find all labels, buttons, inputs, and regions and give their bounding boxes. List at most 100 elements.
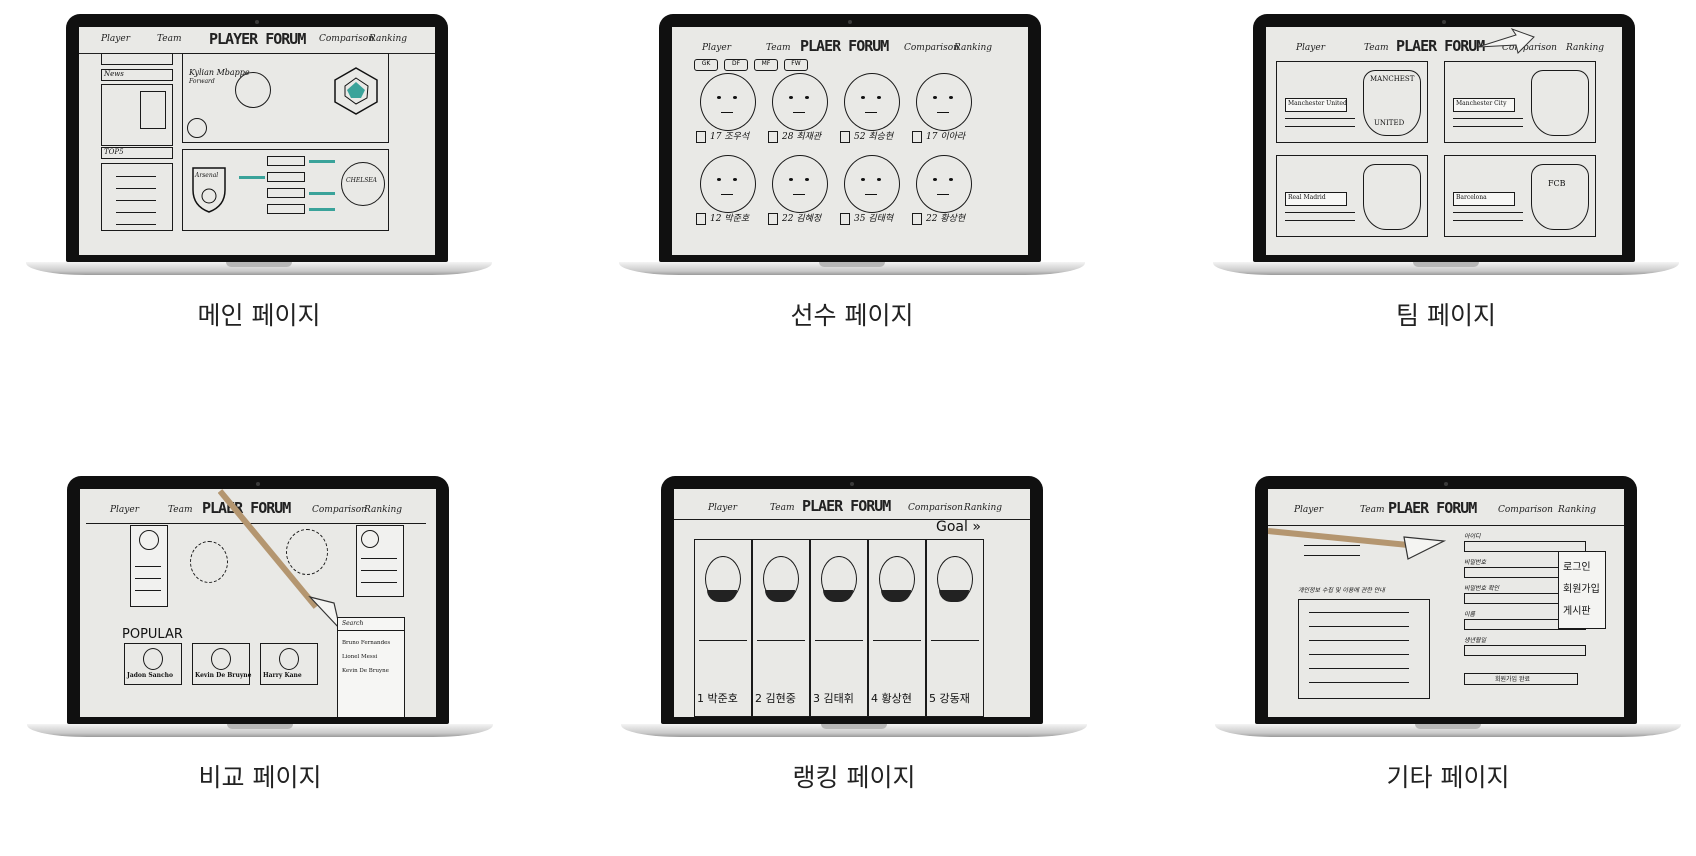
team-crest-icon: FCB [1531, 164, 1589, 230]
signup-submit-label: 회원가입 완료 [1495, 676, 1531, 683]
field-label: 비밀번호 [1464, 559, 1487, 566]
nav-ranking: Ranking [954, 43, 993, 53]
ranking-card[interactable]: 4 황상현 [868, 539, 926, 717]
ranking-label: 1 박준호 [697, 692, 738, 705]
laptop-base [1213, 262, 1679, 275]
laptop-lid: Player Team PLAER FORUM Comparison Ranki… [67, 476, 449, 724]
player-page-mockup: Player Team PLAER FORUM Comparison Ranki… [619, 14, 1089, 394]
laptop-lid: Player Team PLAER FORUM Comparison Ranki… [661, 476, 1043, 724]
laptop: Player Team PLAYER FORUM Comparison Rank… [26, 14, 496, 279]
caption: 랭킹 페이지 [792, 763, 916, 792]
laptop-lid: Player Team PLAER FORUM Comparison Ranki… [1253, 14, 1635, 262]
team-crest-icon [1363, 164, 1421, 230]
popular-player-card[interactable]: Kevin De Bruyne [192, 643, 252, 685]
player-portrait[interactable] [844, 73, 900, 131]
player-portrait[interactable] [916, 73, 972, 131]
team-card[interactable]: Barcelona FCB [1444, 155, 1596, 237]
ranking-label: 2 김현중 [755, 692, 796, 705]
filter-button[interactable]: MF [754, 59, 778, 71]
player-portrait[interactable] [772, 155, 828, 213]
team-card[interactable]: Manchester City [1444, 61, 1596, 143]
screen-sketch: Player Team PLAYER FORUM Comparison Rank… [79, 27, 435, 255]
player-label: 17 조우석 [710, 132, 750, 142]
player-portrait[interactable] [700, 155, 756, 213]
crest-text: MANCHEST [1370, 75, 1415, 83]
laptop-lid: Player Team PLAER FORUM Comparison Ranki… [1255, 476, 1637, 724]
ranking-card[interactable]: 1 박준호 [694, 539, 752, 717]
nav-comparison: Comparison [319, 34, 374, 44]
player-portrait[interactable] [916, 155, 972, 213]
filter-button[interactable]: DF [724, 59, 748, 71]
profile-doc-icon [768, 213, 778, 225]
search-result-item[interactable]: Kevin De Bruyne [342, 668, 389, 674]
nav-comparison: Comparison [1498, 505, 1553, 515]
filter-button[interactable]: GK [694, 59, 718, 71]
profile-doc-icon [696, 213, 706, 225]
compare-page-mockup: Player Team PLAER FORUM Comparison Ranki… [27, 476, 497, 856]
side-menu-button[interactable]: 게시판 [1563, 602, 1591, 617]
player-card-right [356, 525, 404, 597]
player-label: 22 황상현 [926, 214, 966, 224]
player-portrait [235, 72, 271, 108]
nav-brand: PLAER FORUM [1396, 37, 1485, 55]
screen-sketch: Player Team PLAER FORUM Comparison Ranki… [674, 489, 1030, 717]
field-label: 아이디 [1464, 533, 1481, 540]
laptop-base [27, 724, 493, 737]
popular-player-name: Harry Kane [263, 672, 302, 679]
laptop: Player Team PLAER FORUM Comparison Ranki… [1215, 476, 1685, 741]
team-page-mockup: Player Team PLAER FORUM Comparison Ranki… [1213, 14, 1683, 394]
ranking-card[interactable]: 5 강동재 [926, 539, 984, 717]
player-card-left [130, 525, 168, 607]
screen-sketch: Player Team PLAER FORUM Comparison Ranki… [1266, 27, 1622, 255]
form-field[interactable] [1464, 645, 1586, 656]
nav-ranking: Ranking [1558, 505, 1597, 515]
team-card[interactable]: Manchester United MANCHEST UNITED [1276, 61, 1428, 143]
side-menu-button[interactable]: 회원가입 [1563, 580, 1600, 595]
popular-player-card[interactable]: Harry Kane [260, 643, 318, 685]
nav-ranking: Ranking [369, 34, 408, 44]
team-name-box: Manchester United [1285, 98, 1347, 112]
team-name: Manchester City [1456, 100, 1507, 107]
article-image [140, 91, 166, 129]
popular-player-card[interactable]: Jadon Sancho [124, 643, 182, 685]
sketch-nav: Player Team PLAER FORUM Comparison Ranki… [1268, 489, 1624, 517]
ranking-card[interactable]: 3 김태휘 [810, 539, 868, 717]
camera-icon [848, 20, 852, 24]
ranking-label: 3 김태휘 [813, 692, 854, 705]
search-result-item[interactable]: Lionel Messi [342, 654, 377, 660]
profile-doc-icon [696, 131, 706, 143]
ranking-page-mockup: Player Team PLAER FORUM Comparison Ranki… [621, 476, 1091, 856]
avatar-icon [187, 118, 207, 138]
signup-submit-button[interactable]: 회원가입 완료 [1464, 673, 1578, 685]
news-label: News [104, 70, 124, 78]
search-result-item[interactable]: Bruno Fernandes [342, 640, 390, 646]
team-crest-icon [1531, 70, 1589, 136]
profile-doc-icon [768, 131, 778, 143]
top5-header: TOP5 [101, 147, 173, 159]
screen-sketch: Player Team PLAER FORUM Comparison Ranki… [80, 489, 436, 717]
laptop-lid: Player Team PLAYER FORUM Comparison Rank… [66, 14, 448, 262]
sketch-nav: Player Team PLAYER FORUM Comparison Rank… [79, 27, 435, 54]
filter-button[interactable]: FW [784, 59, 808, 71]
nav-team: Team [770, 503, 795, 513]
team-card[interactable]: Real Madrid [1276, 155, 1428, 237]
camera-icon [1442, 20, 1446, 24]
ranking-label: 5 강동재 [929, 692, 970, 705]
player-label: 28 최재관 [782, 132, 822, 142]
ranking-card[interactable]: 2 김현중 [752, 539, 810, 717]
profile-doc-icon [840, 213, 850, 225]
laptop-base [1215, 724, 1681, 737]
player-portrait[interactable] [700, 73, 756, 131]
nav-ranking: Ranking [1566, 43, 1605, 53]
laptop-base [621, 724, 1087, 737]
pointer-arrow-icon [1477, 28, 1535, 54]
player-label: 52 최승현 [854, 132, 894, 142]
camera-icon [256, 482, 260, 486]
nav-team: Team [157, 34, 182, 44]
player-portrait[interactable] [844, 155, 900, 213]
search-label: Search [342, 620, 364, 627]
ranking-label: 4 황상현 [871, 692, 912, 705]
player-portrait[interactable] [772, 73, 828, 131]
laptop-lid: Player Team PLAER FORUM Comparison Ranki… [659, 14, 1041, 262]
side-menu-button[interactable]: 로그인 [1563, 558, 1591, 573]
